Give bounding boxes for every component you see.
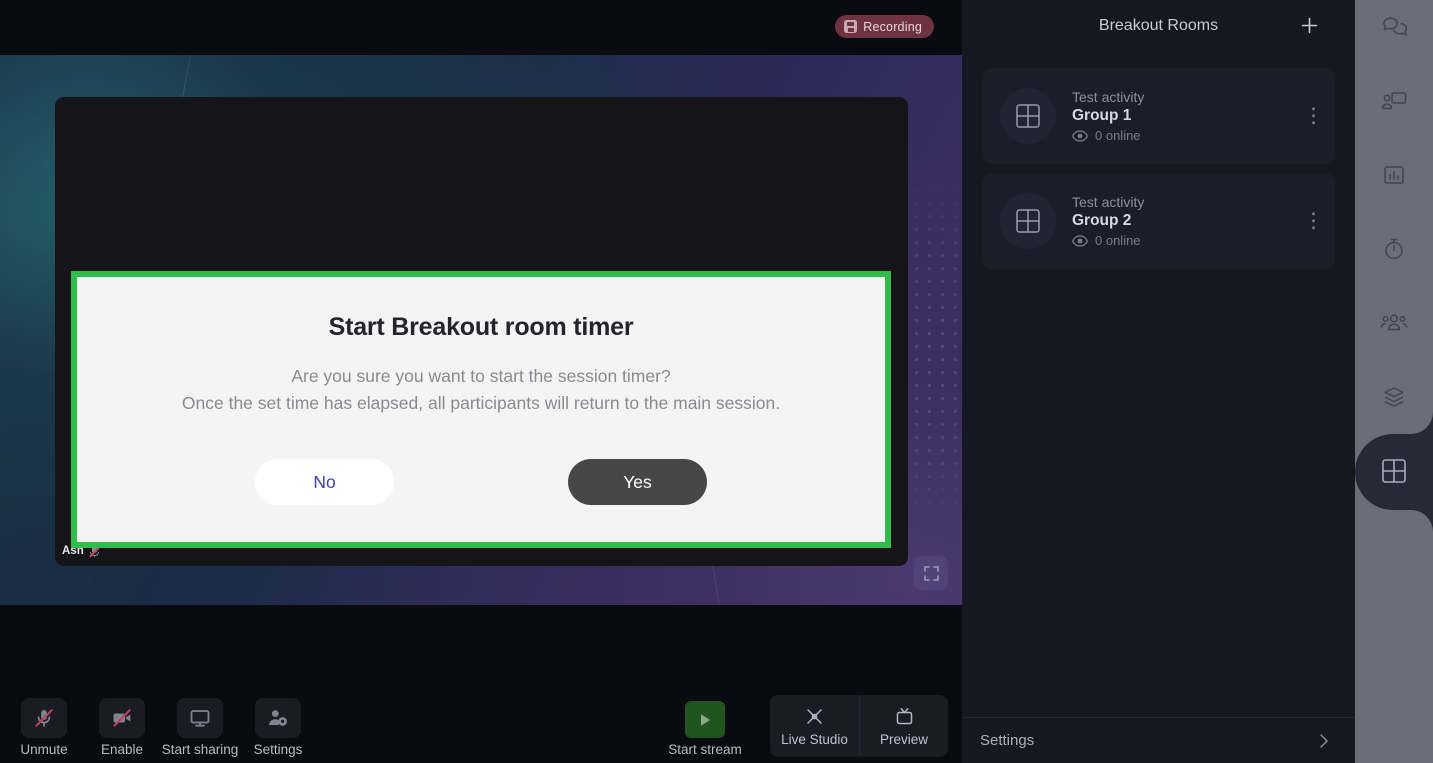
- dialog-description: Are you sure you want to start the sessi…: [182, 363, 780, 417]
- settings-label: Settings: [253, 742, 303, 757]
- room-activity: Test activity: [1072, 194, 1145, 210]
- preview-label: Preview: [879, 731, 928, 747]
- enable-camera-icon-box: [99, 698, 145, 738]
- room-card[interactable]: Test activity Group 1 0 online: [982, 68, 1335, 164]
- rail-notch-bottom: [1411, 510, 1433, 532]
- settings-button[interactable]: Settings: [242, 698, 314, 757]
- grid-icon: [1016, 209, 1040, 233]
- room-online-count: 0 online: [1095, 128, 1141, 143]
- dialog-title: Start Breakout room timer: [328, 313, 634, 341]
- start-stream-label: Start stream: [668, 742, 742, 757]
- eye-icon: [1072, 234, 1088, 247]
- room-icon-wrap: [1000, 88, 1056, 144]
- room-menu-button[interactable]: [1308, 208, 1319, 233]
- recording-label: Recording: [863, 19, 922, 34]
- stopwatch-icon: [1385, 238, 1403, 260]
- video-stage: Ash Start Breakout room timer Are you su…: [0, 55, 962, 605]
- grid-icon: [1016, 104, 1040, 128]
- camera-off-icon: [113, 709, 131, 727]
- rail-item-present[interactable]: [1355, 64, 1433, 138]
- people-icon: [1380, 314, 1408, 331]
- app-root: Recording Ash Start Breakout room timer …: [0, 0, 1433, 763]
- room-name: Group 2: [1072, 212, 1132, 229]
- room-name: Group 1: [1072, 107, 1132, 124]
- bar-chart-icon: [1384, 166, 1404, 184]
- rail-item-chat[interactable]: [1355, 0, 1433, 64]
- recording-badge: Recording: [835, 15, 934, 38]
- breakout-rooms-sidebar: Breakout Rooms Test activity Group 1 0 o…: [962, 0, 1355, 763]
- play-icon: [701, 713, 710, 726]
- preview-button[interactable]: Preview: [859, 695, 948, 757]
- rail-item-layers[interactable]: [1355, 360, 1433, 434]
- kebab-menu-icon: [1311, 212, 1315, 216]
- live-studio-button[interactable]: Live Studio: [770, 695, 859, 757]
- tool-rail: [1355, 0, 1433, 763]
- room-meta: Test activity Group 1 0 online: [1072, 89, 1144, 143]
- start-sharing-button[interactable]: Start sharing: [161, 698, 239, 757]
- start-stream-button[interactable]: Start stream: [662, 701, 748, 757]
- room-card[interactable]: Test activity Group 2 0 online: [982, 173, 1335, 269]
- yes-button[interactable]: Yes: [568, 459, 707, 505]
- room-online-count: 0 online: [1095, 233, 1141, 248]
- plus-icon: [1301, 17, 1317, 33]
- sidebar-settings-button[interactable]: Settings: [962, 717, 1355, 763]
- control-bar-left-group: Unmute Enable Start sharing Settings: [8, 698, 314, 757]
- rail-item-participants[interactable]: [1355, 286, 1433, 360]
- sidebar-header: Breakout Rooms: [962, 0, 1355, 52]
- dialog-button-row: No Yes: [77, 459, 885, 505]
- tv-icon: [896, 707, 912, 724]
- rail-item-polls[interactable]: [1355, 138, 1433, 212]
- chat-bubbles-icon: [1383, 17, 1408, 36]
- grid-icon: [1382, 459, 1406, 483]
- start-stream-icon-box: [685, 701, 725, 738]
- enable-camera-button[interactable]: Enable: [86, 698, 158, 757]
- meeting-top-bar: Recording: [0, 0, 962, 55]
- no-button[interactable]: No: [255, 459, 394, 505]
- dialog-description-line-1: Are you sure you want to start the sessi…: [291, 366, 671, 386]
- room-activity: Test activity: [1072, 89, 1145, 105]
- recording-disk-icon: [844, 20, 858, 33]
- studio-button-group: Live Studio Preview: [770, 695, 948, 757]
- meeting-area: Recording Ash Start Breakout room timer …: [0, 0, 962, 763]
- monitor-icon: [190, 710, 210, 727]
- mic-off-icon: [35, 709, 53, 727]
- room-menu-button[interactable]: [1308, 103, 1319, 128]
- sidebar-title: Breakout Rooms: [1098, 17, 1219, 34]
- add-room-button[interactable]: [1295, 11, 1323, 39]
- room-online-row: 0 online: [1072, 128, 1144, 143]
- rail-item-timer[interactable]: [1355, 212, 1433, 286]
- start-sharing-icon-box: [177, 698, 223, 738]
- settings-icon-box: [255, 698, 301, 738]
- screen-share-icon: [1381, 92, 1407, 110]
- chevron-right-icon: [1320, 733, 1329, 748]
- unmute-label: Unmute: [20, 742, 68, 757]
- fullscreen-button[interactable]: [914, 556, 948, 590]
- room-icon-wrap: [1000, 193, 1056, 249]
- unmute-icon-box: [21, 698, 67, 738]
- kebab-menu-icon: [1311, 107, 1315, 111]
- eye-icon: [1072, 129, 1088, 142]
- dialog-description-line-2: Once the set time has elapsed, all parti…: [181, 393, 781, 413]
- room-meta: Test activity Group 2 0 online: [1072, 194, 1144, 248]
- sidebar-settings-label: Settings: [980, 732, 1035, 749]
- start-sharing-label: Start sharing: [161, 742, 239, 757]
- control-bar-right-group: Start stream Live Studio Preview: [662, 695, 948, 757]
- unmute-button[interactable]: Unmute: [8, 698, 80, 757]
- bottom-control-bar: Unmute Enable Start sharing Settings Sta…: [0, 605, 962, 763]
- person-gear-icon: [269, 710, 287, 726]
- rail-item-breakout-rooms[interactable]: [1355, 434, 1433, 508]
- scissors-icon: [807, 708, 822, 724]
- start-timer-dialog: Start Breakout room timer Are you sure y…: [71, 271, 891, 548]
- enable-camera-label: Enable: [100, 742, 144, 757]
- room-online-row: 0 online: [1072, 233, 1144, 248]
- room-list: Test activity Group 1 0 online Test acti…: [962, 52, 1355, 269]
- layers-icon: [1384, 387, 1404, 407]
- fullscreen-icon: [923, 565, 939, 581]
- live-studio-label: Live Studio: [781, 731, 848, 747]
